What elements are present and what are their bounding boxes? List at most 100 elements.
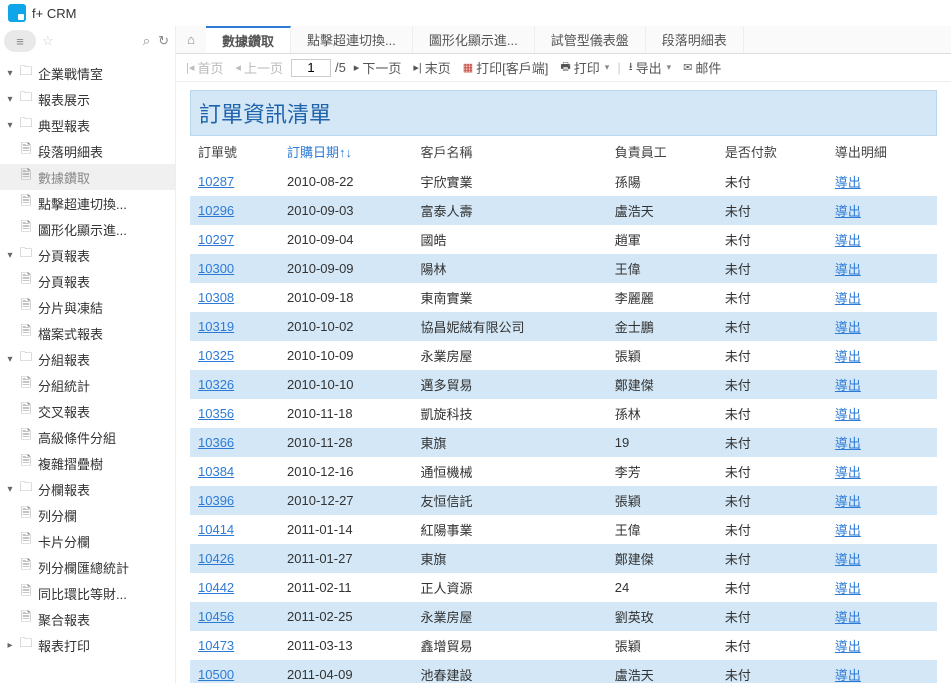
folder-icon: 🗀 [18,88,34,110]
tree-folder[interactable]: ▾🗀分組報表 [0,346,175,372]
search-icon[interactable]: ⌕ [143,33,150,49]
page-input[interactable] [291,59,331,77]
order-id-link[interactable]: 10308 [198,290,234,305]
tree-file[interactable]: 🗎段落明細表 [0,138,175,164]
tab[interactable]: 圖形化顯示進... [413,26,535,53]
tree-file[interactable]: 🗎分片與凍結 [0,294,175,320]
order-id-link[interactable]: 10297 [198,232,234,247]
export-link[interactable]: 導出 [835,552,861,567]
tab[interactable]: 試管型儀表盤 [535,26,646,53]
print-client-button[interactable]: ▦打印[客戶端] [459,58,553,77]
tree-folder[interactable]: ▾🗀企業戰情室 [0,60,175,86]
tree-label: 圖形化顯示進... [38,220,127,239]
tree-file[interactable]: 🗎聚合報表 [0,606,175,632]
export-link[interactable]: 導出 [835,407,861,422]
print-button[interactable]: 🖶打印▾ [556,58,613,77]
order-id-link[interactable]: 10384 [198,464,234,479]
export-link[interactable]: 導出 [835,465,861,480]
cell-date: 2011-02-11 [279,573,413,602]
order-id-link[interactable]: 10366 [198,435,234,450]
tree-folder[interactable]: ▾🗀報表展示 [0,86,175,112]
tree-file[interactable]: 🗎交叉報表 [0,398,175,424]
cell-employee: 孫林 [607,399,717,428]
export-link[interactable]: 導出 [835,668,861,683]
file-icon: 🗎 [18,582,34,604]
tree-label: 分欄報表 [38,480,90,499]
cell-customer: 邁多貿易 [413,370,607,399]
favorite-icon[interactable]: ☆ [42,33,54,49]
tree-file[interactable]: 🗎分頁報表 [0,268,175,294]
order-id-link[interactable]: 10300 [198,261,234,276]
order-id-link[interactable]: 10296 [198,203,234,218]
file-icon: 🗎 [18,166,34,188]
menu-toggle[interactable]: ≡ [4,30,36,52]
order-id-link[interactable]: 10287 [198,174,234,189]
tree-file[interactable]: 🗎圖形化顯示進... [0,216,175,242]
export-link[interactable]: 導出 [835,175,861,190]
tab[interactable]: 段落明細表 [646,26,744,53]
order-id-link[interactable]: 10356 [198,406,234,421]
export-link[interactable]: 導出 [835,349,861,364]
export-link[interactable]: 導出 [835,581,861,596]
export-link[interactable]: 導出 [835,494,861,509]
mail-button[interactable]: ✉邮件 [679,58,725,77]
column-header[interactable]: 訂購日期↑↓ [279,136,413,167]
order-id-link[interactable]: 10414 [198,522,234,537]
tree-label: 列分欄匯總統計 [38,558,129,577]
refresh-icon[interactable]: ↻ [158,33,169,49]
first-page-button[interactable]: |◂首页 [182,58,227,77]
cell-date: 2010-11-18 [279,399,413,428]
tree-file[interactable]: 🗎點擊超連切換... [0,190,175,216]
order-id-link[interactable]: 10473 [198,638,234,653]
tree-folder[interactable]: ▾🗀分頁報表 [0,242,175,268]
prev-page-button[interactable]: ◂上一页 [231,58,287,77]
table-row: 103082010-09-18東南實業李麗麗未付導出 [190,283,937,312]
export-link[interactable]: 導出 [835,262,861,277]
order-id-link[interactable]: 10319 [198,319,234,334]
order-id-link[interactable]: 10326 [198,377,234,392]
tree-file[interactable]: 🗎同比環比等財... [0,580,175,606]
export-link[interactable]: 導出 [835,320,861,335]
cell-customer: 東南實業 [413,283,607,312]
next-page-button[interactable]: ▸下一页 [350,58,406,77]
export-link[interactable]: 導出 [835,523,861,538]
tab[interactable]: 點擊超連切換... [291,26,413,53]
export-link[interactable]: 導出 [835,204,861,219]
cell-employee: 王偉 [607,254,717,283]
order-id-link[interactable]: 10426 [198,551,234,566]
export-link[interactable]: 導出 [835,378,861,393]
tree-file[interactable]: 🗎數據鑽取 [0,164,175,190]
order-id-link[interactable]: 10456 [198,609,234,624]
export-link[interactable]: 導出 [835,436,861,451]
export-link[interactable]: 導出 [835,291,861,306]
table-row: 103192010-10-02協昌妮絨有限公司金士鵬未付導出 [190,312,937,341]
cell-date: 2010-12-16 [279,457,413,486]
tree-file[interactable]: 🗎高級條件分組 [0,424,175,450]
order-id-link[interactable]: 10396 [198,493,234,508]
order-id-link[interactable]: 10442 [198,580,234,595]
tree-file[interactable]: 🗎卡片分欄 [0,528,175,554]
export-link[interactable]: 導出 [835,233,861,248]
order-id-link[interactable]: 10500 [198,667,234,682]
home-tab-icon[interactable]: ⌂ [176,26,206,53]
tree-file[interactable]: 🗎列分欄 [0,502,175,528]
cell-employee: 24 [607,573,717,602]
tree-file[interactable]: 🗎檔案式報表 [0,320,175,346]
last-page-button[interactable]: ▸|末页 [409,58,454,77]
cell-employee: 王偉 [607,515,717,544]
export-link[interactable]: 導出 [835,639,861,654]
tree-file[interactable]: 🗎分組統計 [0,372,175,398]
order-id-link[interactable]: 10325 [198,348,234,363]
export-button[interactable]: ⭳导出▾ [625,58,675,77]
cell-employee: 李芳 [607,457,717,486]
tree-folder[interactable]: ▾🗀分欄報表 [0,476,175,502]
tree-label: 分片與凍結 [38,298,103,317]
tree-folder[interactable]: ▾🗀典型報表 [0,112,175,138]
column-header: 客戶名稱 [413,136,607,167]
export-link[interactable]: 導出 [835,610,861,625]
tab[interactable]: 數據鑽取 [206,26,291,53]
cell-date: 2011-01-27 [279,544,413,573]
tree-file[interactable]: 🗎列分欄匯總統計 [0,554,175,580]
tree-file[interactable]: 🗎複雜摺疊樹 [0,450,175,476]
tree-folder[interactable]: ▸🗀報表打印 [0,632,175,658]
